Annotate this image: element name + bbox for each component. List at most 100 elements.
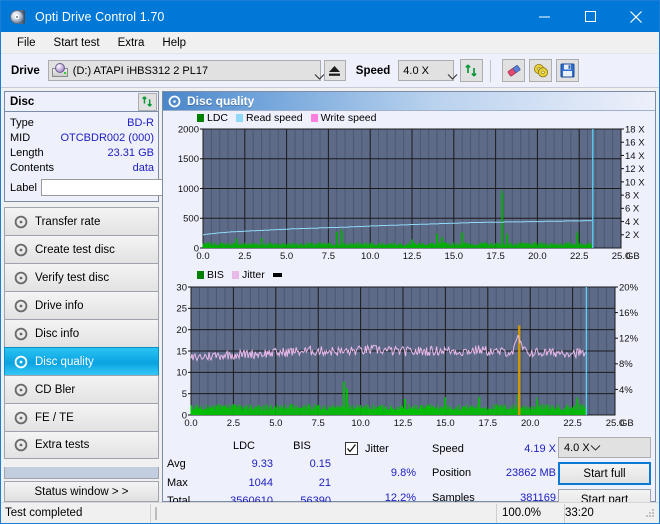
svg-text:8 X: 8 X xyxy=(625,191,640,202)
disc-test-icon xyxy=(12,271,29,285)
disc-row-type-value: BD-R xyxy=(127,117,154,129)
window-controls xyxy=(521,1,659,32)
table-header-row: LDC BIS xyxy=(167,437,331,456)
menu-bar: File Start test Extra Help xyxy=(1,32,659,54)
legend-swatch-read-speed xyxy=(236,114,243,122)
maximize-icon[interactable] xyxy=(567,1,613,32)
test-speed-select[interactable]: 4.0 X xyxy=(558,437,651,458)
page-title: Disc quality xyxy=(187,94,254,108)
save-button[interactable] xyxy=(556,59,579,82)
menu-item-extra[interactable]: Extra xyxy=(109,35,154,51)
close-icon[interactable] xyxy=(613,1,659,32)
disc-row-type-key: Type xyxy=(10,117,34,129)
error-stats-table: LDC BIS Avg 9.33 0.15 Max 1044 21 Tota xyxy=(167,437,331,511)
chart-bis-jitter[interactable]: 0510152025304%8%12%16%20%0.02.55.07.510.… xyxy=(165,281,653,434)
svg-text:4%: 4% xyxy=(619,385,633,396)
cell-position-value: 23862 MB xyxy=(490,462,556,487)
svg-text:15.0: 15.0 xyxy=(445,251,464,262)
jitter-checkbox-cell xyxy=(345,437,362,462)
legend-label: LDC xyxy=(207,112,228,124)
svg-text:2000: 2000 xyxy=(178,124,199,135)
svg-text:1500: 1500 xyxy=(178,154,199,165)
svg-text:GB: GB xyxy=(620,418,634,429)
svg-text:20%: 20% xyxy=(619,282,639,293)
sidebar-item-create-test-disc[interactable]: Create test disc xyxy=(4,235,159,263)
jitter-checkbox[interactable] xyxy=(345,442,358,455)
sidebar-item-label: Create test disc xyxy=(35,244,115,256)
svg-text:0.0: 0.0 xyxy=(184,418,197,429)
progress-percent: 100.0% xyxy=(496,504,564,523)
cell-bis-avg: 0.15 xyxy=(273,456,331,475)
menu-item-file[interactable]: File xyxy=(8,35,45,51)
sidebar-item-disc-info[interactable]: Disc info xyxy=(4,319,159,347)
cell-ldc-avg: 9.33 xyxy=(215,456,273,475)
svg-text:GB: GB xyxy=(626,251,640,262)
svg-text:5.0: 5.0 xyxy=(269,418,282,429)
disc-quality-panel: Disc quality LDC Read speed Write sp xyxy=(162,91,656,502)
drive-icon xyxy=(52,63,68,78)
action-buttons: 4.0 X Start full Start part xyxy=(558,437,651,511)
disc-row-mid-key: MID xyxy=(10,132,30,144)
menu-item-start-test[interactable]: Start test xyxy=(45,35,109,51)
sidebar-item-drive-info[interactable]: Drive info xyxy=(4,291,159,319)
svg-text:10: 10 xyxy=(176,368,187,379)
svg-text:20: 20 xyxy=(176,325,187,336)
svg-text:5: 5 xyxy=(182,389,187,400)
row-label-avg: Avg xyxy=(167,456,215,475)
charts-area: LDC Read speed Write speed 0500100015002… xyxy=(163,111,655,434)
disc-label-row: Label xyxy=(10,178,154,197)
sidebar-item-cd-bler[interactable]: CD Bler xyxy=(4,375,159,403)
sidebar-item-transfer-rate[interactable]: Transfer rate xyxy=(4,207,159,235)
refresh-drive-button[interactable] xyxy=(460,59,483,82)
drive-toolbar: Drive (D:) ATAPI iHBS312 2 PL17 Speed 4.… xyxy=(1,54,659,88)
erase-disc-button[interactable] xyxy=(502,59,525,82)
svg-text:20.0: 20.0 xyxy=(521,418,540,429)
drive-select[interactable]: (D:) ATAPI iHBS312 2 PL17 xyxy=(48,60,321,81)
start-full-button[interactable]: Start full xyxy=(558,462,651,485)
svg-text:20.0: 20.0 xyxy=(528,251,547,262)
svg-text:6 X: 6 X xyxy=(625,204,640,215)
legend-item-write-speed: Write speed xyxy=(311,112,377,124)
disc-info-panel: Disc Type BD-R MID OTCB xyxy=(4,91,159,202)
svg-text:5.0: 5.0 xyxy=(280,251,293,262)
speed-select[interactable]: 4.0 X xyxy=(398,60,454,81)
svg-text:22.5: 22.5 xyxy=(570,251,589,262)
legend-label: Write speed xyxy=(321,112,377,124)
title-bar: Opti Drive Control 1.70 xyxy=(1,1,659,32)
legend-swatch-jitter xyxy=(232,271,239,279)
table-row: Max 1044 21 xyxy=(167,474,331,493)
eject-button[interactable] xyxy=(324,60,346,81)
disc-test-icon xyxy=(12,438,29,452)
status-window-area: Status window > > xyxy=(4,467,159,502)
legend-item-read-speed: Read speed xyxy=(236,112,303,124)
svg-text:17.5: 17.5 xyxy=(486,251,505,262)
svg-text:2.5: 2.5 xyxy=(227,418,240,429)
svg-text:2.5: 2.5 xyxy=(238,251,251,262)
svg-text:17.5: 17.5 xyxy=(479,418,498,429)
svg-text:22.5: 22.5 xyxy=(563,418,582,429)
legend-swatch-bis xyxy=(197,271,204,279)
minimize-icon[interactable] xyxy=(521,1,567,32)
status-window-button[interactable]: Status window > > xyxy=(4,481,159,502)
disc-test-icon xyxy=(12,411,29,425)
sidebar-item-extra-tests[interactable]: Extra tests xyxy=(4,431,159,459)
svg-text:0.0: 0.0 xyxy=(196,251,209,262)
discs-button[interactable] xyxy=(529,59,552,82)
sidebar-item-label: Extra tests xyxy=(35,439,89,451)
row-label-position: Position xyxy=(432,462,490,487)
menu-item-help[interactable]: Help xyxy=(153,35,195,51)
app-window: Opti Drive Control 1.70 File Start test … xyxy=(0,0,660,524)
svg-text:15.0: 15.0 xyxy=(436,418,455,429)
sidebar-item-fe-te[interactable]: FE / TE xyxy=(4,403,159,431)
disc-info-rows: Type BD-R MID OTCBDR002 (000) Length 23.… xyxy=(5,112,158,201)
table-row: 9.8% xyxy=(345,462,416,487)
disc-refresh-button[interactable] xyxy=(138,93,157,111)
resize-grip[interactable] xyxy=(644,507,656,519)
elapsed-time: 33:20 xyxy=(564,504,644,523)
svg-text:18 X: 18 X xyxy=(625,124,645,135)
sidebar-item-verify-test-disc[interactable]: Verify test disc xyxy=(4,263,159,291)
cell-jitter-avg: 9.8% xyxy=(362,462,416,487)
chart-ldc-speed[interactable]: 05001000150020002 X4 X6 X8 X10 X12 X14 X… xyxy=(165,124,653,267)
sidebar-item-disc-quality[interactable]: Disc quality xyxy=(4,347,159,375)
svg-text:500: 500 xyxy=(183,214,199,225)
